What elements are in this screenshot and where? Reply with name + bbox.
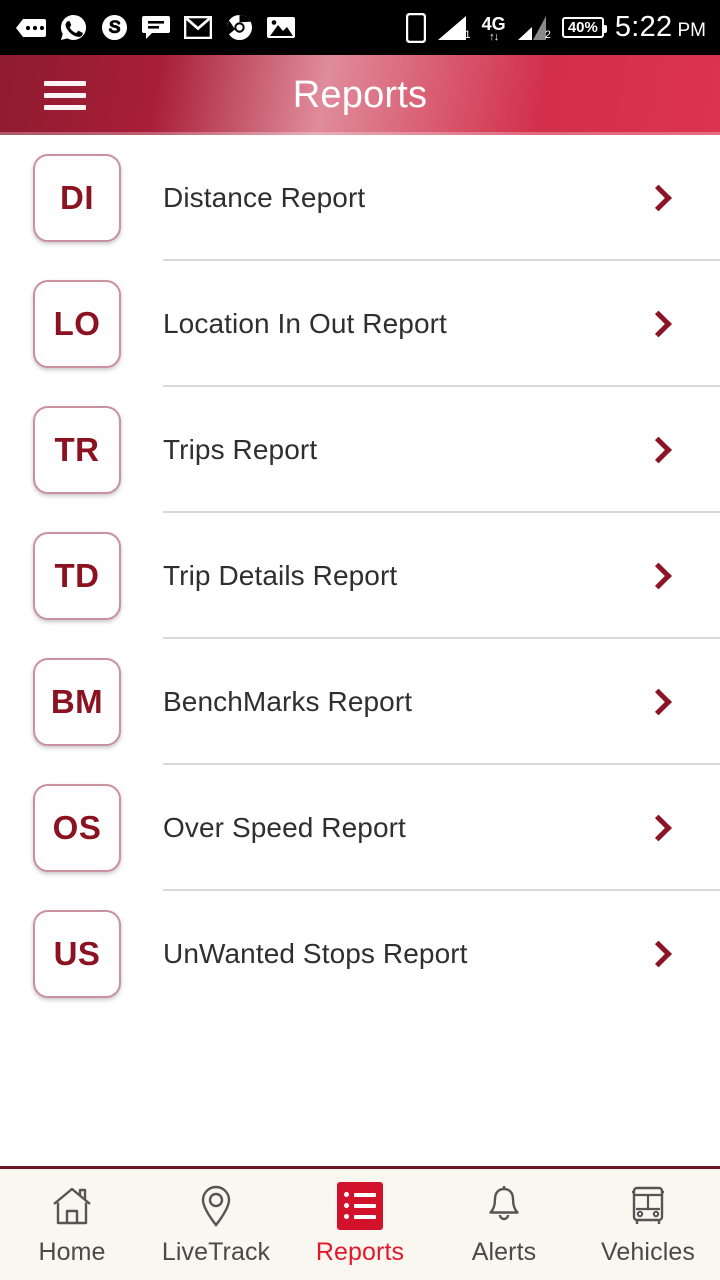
report-code-label: LO <box>53 305 101 342</box>
hamburger-bar <box>44 92 86 98</box>
report-name-label: Location In Out Report <box>163 308 447 339</box>
report-list-row <box>344 1203 376 1208</box>
report-code-badge: US <box>33 910 121 998</box>
report-list-row <box>344 1214 376 1219</box>
report-list-item[interactable]: TR Trips Report <box>0 387 720 513</box>
report-code-badge: DI <box>33 154 121 242</box>
report-row-body[interactable]: UnWanted Stops Report <box>163 891 720 1017</box>
reports-list: DI Distance Report LO Location In Out Repor… <box>0 135 720 1166</box>
report-name-label: Trips Report <box>163 434 318 465</box>
report-code-label: TD <box>54 557 100 594</box>
hamburger-bar <box>44 80 86 86</box>
report-list-item[interactable]: OS Over Speed Report <box>0 765 720 891</box>
report-row-body[interactable]: Location In Out Report <box>163 261 720 387</box>
nav-item-vehicles[interactable]: Vehicles <box>576 1169 720 1280</box>
report-code-label: BM <box>50 683 104 720</box>
bus-icon <box>627 1183 669 1229</box>
report-row-body[interactable]: Trips Report <box>163 387 720 513</box>
sim1-index-label: 1 <box>464 28 471 41</box>
gallery-icon <box>267 17 295 38</box>
clock-time: 5:22 <box>614 11 673 43</box>
report-code-label: DI <box>60 179 94 216</box>
report-code-badge: TR <box>33 406 121 494</box>
report-code-badge: OS <box>33 784 121 872</box>
report-list-item[interactable]: BM BenchMarks Report <box>0 639 720 765</box>
map-pin-icon <box>199 1183 233 1229</box>
report-list-item[interactable]: TD Trip Details Report <box>0 513 720 639</box>
report-code-badge: LO <box>33 280 121 368</box>
report-code-badge: TD <box>33 532 121 620</box>
chevron-right-icon[interactable] <box>645 814 672 842</box>
report-code-label: US <box>53 935 101 972</box>
chevron-right-icon[interactable] <box>645 310 672 338</box>
nav-label-livetrack: LiveTrack <box>161 1237 271 1266</box>
signal-bars-1-icon: 1 <box>437 15 471 41</box>
nav-label-home: Home <box>38 1237 106 1266</box>
messages-icon <box>16 18 46 37</box>
nav-item-alerts[interactable]: Alerts <box>432 1169 576 1280</box>
status-bar-notification-icons <box>16 14 295 41</box>
report-list-icon-box <box>337 1181 383 1230</box>
bottom-navigation-bar: Home LiveTrack Reports Alerts Vehicles <box>0 1166 720 1280</box>
clock: 5:22 PM <box>615 13 706 42</box>
report-name-label: Over Speed Report <box>163 812 406 843</box>
report-code-label: TR <box>54 431 100 468</box>
status-bar-system-icons: 1 4G ↑↓ 2 40% 5:22 PM <box>405 12 706 43</box>
clock-meridiem: PM <box>677 20 707 41</box>
nav-item-reports[interactable]: Reports <box>288 1169 432 1280</box>
nav-label-alerts: Alerts <box>471 1237 537 1266</box>
status-bar: 1 4G ↑↓ 2 40% 5:22 PM <box>0 0 720 55</box>
chevron-right-icon[interactable] <box>645 688 672 716</box>
battery-icon: 40% <box>561 16 607 39</box>
chevron-right-icon[interactable] <box>645 184 672 212</box>
app-header: Reports <box>0 55 720 135</box>
chrome-icon <box>226 14 253 41</box>
sim-card-icon <box>405 12 426 43</box>
nav-label-vehicles: Vehicles <box>601 1237 695 1266</box>
network-type-label: 4G ↑↓ <box>481 13 506 43</box>
whatsapp-icon <box>60 14 87 41</box>
bell-icon <box>484 1183 524 1229</box>
chat-icon <box>142 16 170 39</box>
nav-item-home[interactable]: Home <box>0 1169 144 1280</box>
report-name-label: Trip Details Report <box>163 560 398 591</box>
report-list-row <box>344 1192 376 1197</box>
report-row-body[interactable]: Over Speed Report <box>163 765 720 891</box>
report-list-item[interactable]: US UnWanted Stops Report <box>0 891 720 1017</box>
report-list-icon <box>337 1181 383 1230</box>
report-name-label: UnWanted Stops Report <box>163 938 468 969</box>
report-code-label: OS <box>52 809 102 846</box>
report-code-badge: BM <box>33 658 121 746</box>
data-transfer-arrows-icon: ↑↓ <box>489 30 499 43</box>
nav-label-reports: Reports <box>315 1237 405 1266</box>
report-row-body[interactable]: BenchMarks Report <box>163 639 720 765</box>
page-title: Reports <box>292 73 428 116</box>
signal-bars-2-icon: 2 <box>517 15 551 41</box>
network-type-text: 4G <box>481 13 506 34</box>
report-list-item[interactable]: LO Location In Out Report <box>0 261 720 387</box>
chevron-right-icon[interactable] <box>645 940 672 968</box>
sim2-index-label: 2 <box>544 28 551 41</box>
hamburger-menu-icon[interactable] <box>44 80 86 110</box>
report-list-item[interactable]: DI Distance Report <box>0 135 720 261</box>
hamburger-bar <box>44 104 86 110</box>
chevron-right-icon[interactable] <box>645 436 672 464</box>
gmail-icon <box>184 16 212 39</box>
report-row-body[interactable]: Distance Report <box>163 135 720 261</box>
report-name-label: Distance Report <box>163 182 366 213</box>
nav-item-livetrack[interactable]: LiveTrack <box>144 1169 288 1280</box>
chevron-right-icon[interactable] <box>645 562 672 590</box>
skype-icon <box>101 14 128 41</box>
home-icon <box>50 1183 94 1229</box>
report-row-body[interactable]: Trip Details Report <box>163 513 720 639</box>
report-name-label: BenchMarks Report <box>163 686 413 717</box>
